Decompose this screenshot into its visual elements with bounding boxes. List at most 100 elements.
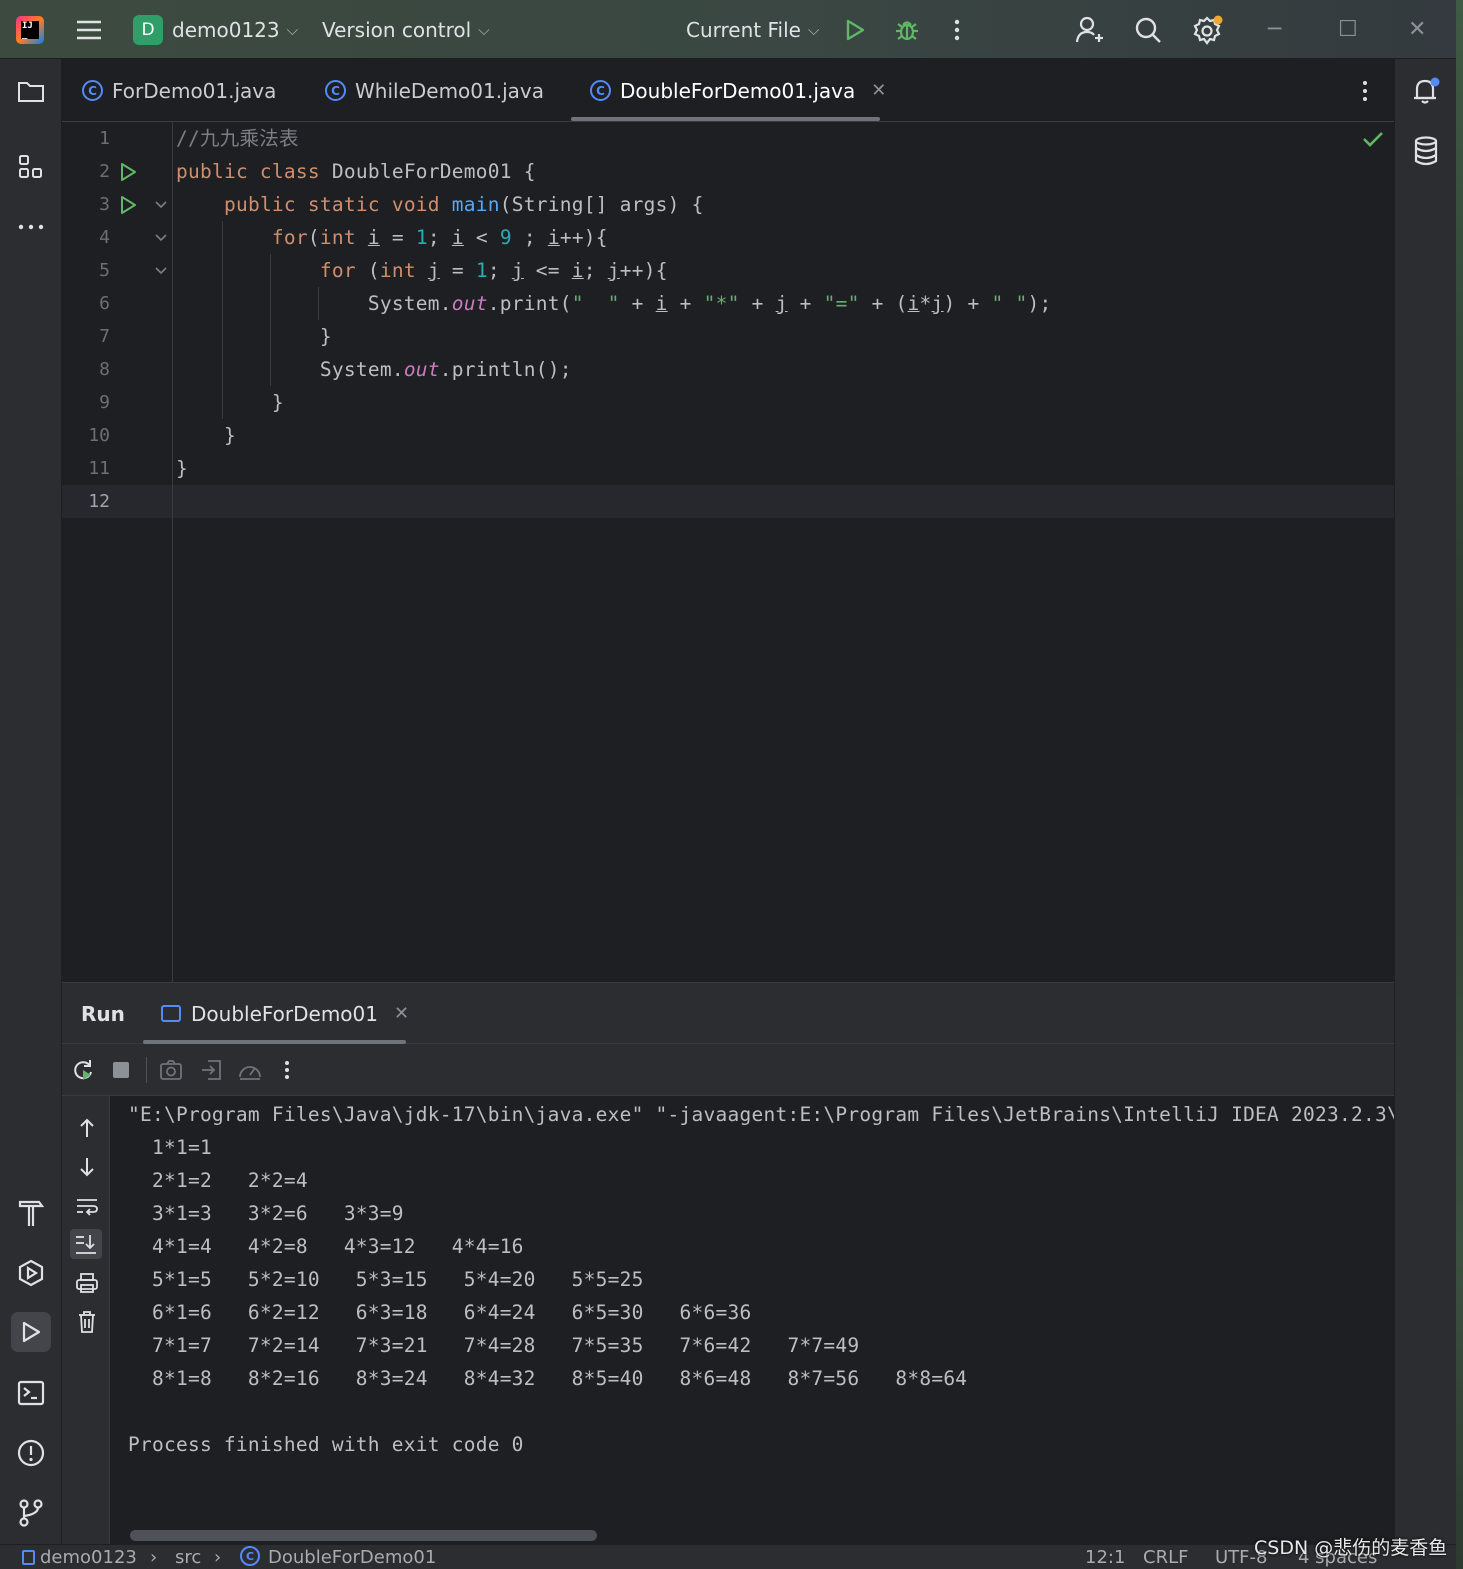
line-number: 11: [88, 458, 110, 479]
print-icon[interactable]: [74, 1269, 100, 1297]
scroll-to-end-icon[interactable]: [70, 1229, 102, 1259]
run-panel-title: Run: [81, 1001, 125, 1026]
tab-whiledemo01[interactable]: C WhileDemo01.java: [325, 59, 544, 122]
code-line-4: for(int i = 1; i < 9 ; i++){: [271, 226, 608, 249]
console-output-line: 4*1=4 4*2=8 4*3=12 4*4=16: [128, 1235, 524, 1258]
console-output-line: 5*1=5 5*2=10 5*3=15 5*4=20 5*5=25: [128, 1268, 644, 1291]
soft-wrap-icon[interactable]: [74, 1192, 100, 1220]
restore-layout-icon[interactable]: [200, 1044, 222, 1096]
breadcrumb-class[interactable]: DoubleForDemo01: [268, 1547, 436, 1568]
console-output-line: 8*1=8 8*2=16 8*3=24 8*4=32 8*5=40 8*6=48…: [128, 1367, 968, 1390]
tab-label: WhileDemo01.java: [355, 78, 545, 103]
intellij-logo-icon[interactable]: IJ _: [16, 0, 46, 59]
toolbar-separator: [146, 1044, 147, 1096]
tab-fordemo01[interactable]: C ForDemo01.java: [82, 59, 276, 122]
git-branch-icon[interactable]: [11, 1493, 51, 1533]
profiler-gauge-icon[interactable]: [237, 1044, 263, 1096]
project-folder-icon[interactable]: [11, 71, 51, 111]
gutter-divider: [172, 122, 173, 982]
line-number: 6: [99, 293, 110, 314]
fold-chevron-icon[interactable]: [154, 221, 170, 254]
debug-button[interactable]: [894, 0, 920, 59]
close-window-icon[interactable]: ✕: [1408, 0, 1426, 59]
tab-label: ForDemo01.java: [112, 78, 277, 103]
tab-label: DoubleForDemo01.java: [620, 78, 856, 103]
caret-position[interactable]: 12:1: [1085, 1547, 1125, 1568]
run-tab-doublefordemo01[interactable]: DoubleForDemo01 ✕: [161, 983, 409, 1044]
project-name: demo0123: [172, 17, 280, 42]
minimize-window-icon[interactable]: ─: [1268, 0, 1281, 59]
code-line-6: System.out.print(" " + i + "*" + j + "="…: [176, 292, 1052, 315]
desktop-background-edge: [1456, 0, 1463, 1569]
chevron-down-icon: ⌵: [286, 20, 298, 39]
editor-gutter: 1 2 3 4 5 6 7 8 9 10 11 12: [62, 122, 172, 982]
left-tool-strip: [0, 59, 62, 1544]
maximize-window-icon[interactable]: ☐: [1338, 0, 1358, 59]
trash-clear-icon[interactable]: [74, 1308, 100, 1336]
module-icon: [22, 1550, 35, 1565]
arrow-down-icon[interactable]: [74, 1153, 100, 1181]
build-hammer-icon[interactable]: [11, 1193, 51, 1233]
console-output-line: 3*1=3 3*2=6 3*3=9: [128, 1202, 404, 1225]
editor-tab-bar: C ForDemo01.java C WhileDemo01.java C Do…: [62, 59, 1394, 122]
code-line-8: System.out.println();: [176, 358, 572, 381]
fold-chevron-icon[interactable]: [154, 254, 170, 287]
line-number: 1: [99, 128, 110, 149]
line-number: 4: [99, 227, 110, 248]
code-editor[interactable]: 1 2 3 4 5 6 7 8 9 10 11 12 //九九乘法表 publi…: [62, 122, 1394, 982]
services-icon[interactable]: [11, 1253, 51, 1293]
console-output-line: 6*1=6 6*2=12 6*3=18 6*4=24 6*5=30 6*6=36: [128, 1301, 752, 1324]
code-line-2: public class DoubleForDemo01 {: [176, 160, 536, 183]
problems-icon[interactable]: [11, 1433, 51, 1473]
tab-options-icon[interactable]: [1356, 59, 1374, 122]
breadcrumb-project[interactable]: demo0123: [40, 1547, 137, 1568]
more-tools-icon[interactable]: [11, 207, 51, 247]
settings-gear-icon[interactable]: [1193, 0, 1225, 59]
add-user-icon[interactable]: [1075, 0, 1105, 59]
fold-chevron-icon[interactable]: [154, 188, 170, 221]
code-line-3: public static void main(String[] args) {: [223, 193, 704, 216]
main-menu-icon[interactable]: [75, 0, 103, 59]
more-run-actions-icon[interactable]: [279, 1044, 295, 1096]
line-number: 5: [99, 260, 110, 281]
run-toolbar: [62, 1044, 1394, 1096]
vcs-selector[interactable]: Version control ⌵: [322, 0, 490, 59]
arrow-up-icon[interactable]: [74, 1114, 100, 1142]
breadcrumb-src[interactable]: src: [175, 1547, 201, 1568]
run-gutter-icon[interactable]: [118, 155, 138, 188]
code-line-10: }: [176, 424, 236, 447]
close-tab-icon[interactable]: ✕: [871, 80, 886, 101]
code-line-11: }: [176, 457, 188, 480]
console-output-line: "E:\Program Files\Java\jdk-17\bin\java.e…: [128, 1103, 1394, 1126]
breadcrumb-chevron-icon: ›: [214, 1547, 222, 1568]
stop-icon[interactable]: [111, 1044, 131, 1096]
run-gutter-icon[interactable]: [118, 188, 138, 221]
run-config-selector[interactable]: Current File ⌵: [686, 0, 819, 59]
horizontal-scrollbar[interactable]: [130, 1530, 597, 1541]
database-icon[interactable]: [1406, 131, 1446, 171]
line-number: 3: [99, 194, 110, 215]
line-ending[interactable]: CRLF: [1143, 1547, 1188, 1568]
project-selector[interactable]: D demo0123 ⌵: [133, 0, 298, 59]
line-number: 2: [99, 161, 110, 182]
search-icon[interactable]: [1134, 0, 1162, 59]
tab-doublefordemo01[interactable]: C DoubleForDemo01.java ✕: [590, 59, 886, 122]
more-actions-icon[interactable]: [948, 0, 966, 59]
line-number: 10: [88, 425, 110, 446]
console-output-line: 2*1=2 2*2=4: [128, 1169, 308, 1192]
breadcrumb-chevron-icon: ›: [150, 1547, 158, 1568]
console-output-line: 7*1=7 7*2=14 7*3=21 7*4=28 7*5=35 7*6=42…: [128, 1334, 860, 1357]
run-tool-icon[interactable]: [11, 1312, 51, 1352]
structure-icon[interactable]: [11, 147, 51, 187]
run-button[interactable]: [843, 0, 867, 59]
console-exit-message: Process finished with exit code 0: [128, 1433, 524, 1456]
close-run-tab-icon[interactable]: ✕: [394, 1003, 409, 1024]
notifications-bell-icon[interactable]: [1406, 71, 1446, 111]
console-icon: [161, 1005, 181, 1022]
rerun-icon[interactable]: [71, 1044, 95, 1096]
camera-snapshot-icon[interactable]: [159, 1044, 183, 1096]
terminal-icon[interactable]: [11, 1373, 51, 1413]
no-problems-check-icon[interactable]: [1362, 130, 1384, 152]
title-bar: IJ _ D demo0123 ⌵ Version control ⌵ Curre…: [0, 0, 1463, 59]
code-line-9: }: [176, 391, 284, 414]
